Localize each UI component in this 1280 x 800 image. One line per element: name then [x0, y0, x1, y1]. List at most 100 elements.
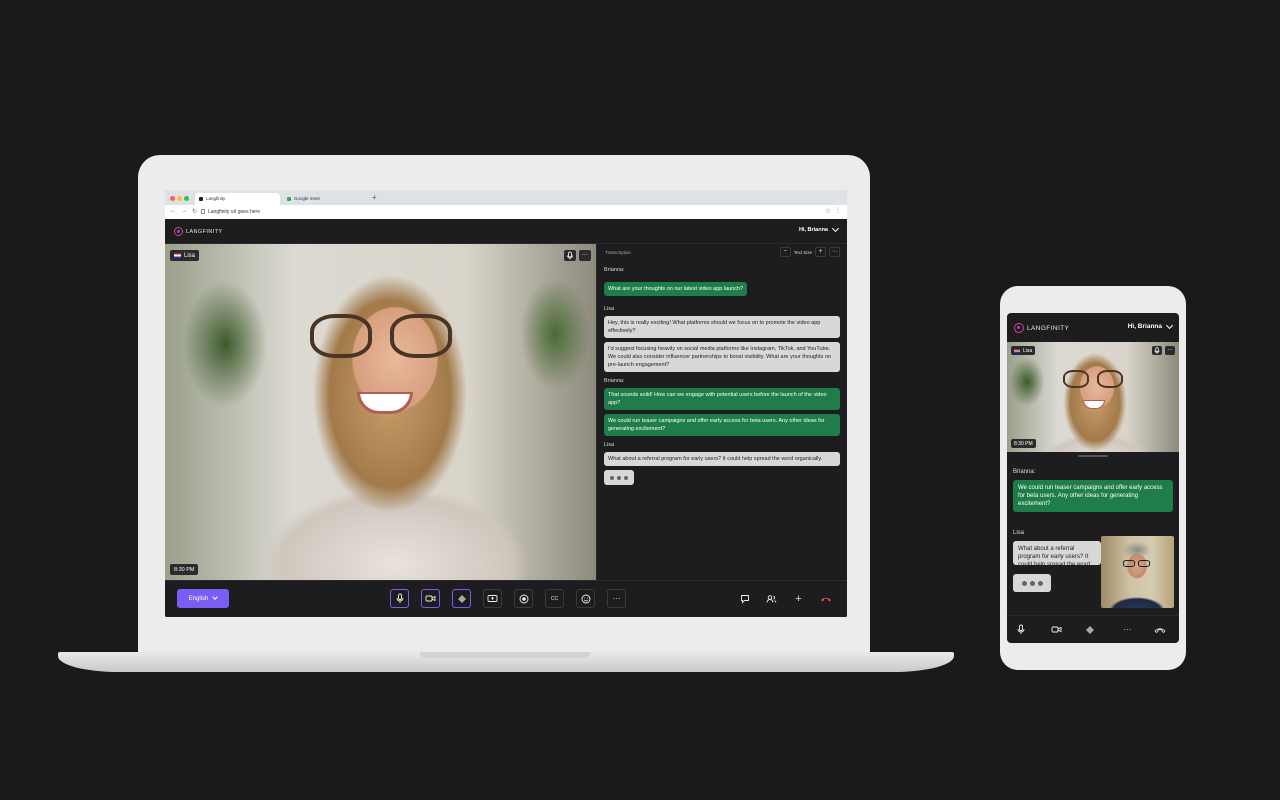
emoji-icon[interactable] [576, 589, 595, 608]
text-size-controls: − Text Size + ··· [779, 247, 840, 257]
laptop-screen: Langfinity Google meet + ← → ↻ Langfinit… [165, 190, 847, 617]
time-badge: 8:30 PM [1011, 439, 1036, 448]
user-menu[interactable]: Hi, Brianna [1128, 321, 1174, 330]
main-video: Lisa ··· 8:30 PM [1007, 342, 1179, 452]
laptop-notch [420, 652, 590, 658]
tab-strip: Langfinity Google meet + [165, 190, 847, 205]
new-tab-button[interactable]: + [372, 193, 377, 202]
add-icon[interactable]: + [789, 589, 808, 608]
end-call-icon[interactable] [816, 589, 835, 608]
main-video: Lisa ··· 8:30 PM [165, 244, 596, 580]
glasses-shape [1123, 560, 1151, 568]
browser-menu-icon[interactable]: ⋮ [835, 207, 841, 214]
increase-text-size-button[interactable]: + [815, 247, 826, 257]
address-bar: ← → ↻ Langfinity url goes here ☆ ⋮ [165, 205, 847, 219]
tab-langfinity[interactable]: Langfinity [195, 193, 280, 205]
bookmark-star-icon[interactable]: ☆ [825, 207, 831, 215]
forward-icon[interactable]: → [181, 208, 187, 214]
language-label: English [188, 595, 209, 602]
chevron-down-icon [831, 224, 840, 233]
tab-label: Langfinity [206, 196, 226, 201]
maximize-window-dot[interactable] [184, 196, 189, 201]
logo[interactable]: LANGFINITY [174, 227, 222, 236]
message-bubble: What about a referral program for early … [604, 452, 840, 466]
mic-icon[interactable] [390, 589, 409, 608]
us-flag-icon [174, 253, 181, 258]
speaker-label: Brianna: [604, 267, 625, 273]
reload-icon[interactable]: ↻ [192, 208, 197, 215]
speaker-label: Lisa [604, 442, 615, 448]
mic-icon[interactable] [1016, 624, 1032, 635]
google-meet-favicon-icon [287, 197, 291, 201]
participant-name: Lisa [184, 252, 196, 259]
glasses-shape [310, 314, 460, 364]
participant-badge: Lisa [170, 250, 200, 261]
video-controls: ··· [1152, 346, 1175, 355]
decrease-text-size-button[interactable]: − [779, 247, 791, 257]
message-bubble: That sounds solid! How can we engage wit… [604, 388, 840, 410]
transcription-panel: Transcription − Text Size + ··· Brianna:… [596, 244, 847, 580]
text-size-label: Text Size [793, 249, 812, 255]
message-bubble: What about a referral program for early … [1013, 541, 1101, 565]
captions-icon[interactable]: CC [545, 589, 564, 608]
stage: Langfinity Google meet + ← → ↻ Langfinit… [0, 0, 1280, 800]
smile-shape [357, 392, 413, 414]
back-icon[interactable]: ← [170, 208, 176, 214]
logo-text: LANGFINITY [186, 228, 223, 235]
video-controls: ··· [564, 250, 591, 261]
url-field[interactable]: Langfinity url goes here [208, 209, 260, 215]
phone-toolbar: ··· [1007, 615, 1179, 643]
message-bubble: Hey, this is really exciting! What platf… [604, 316, 840, 338]
close-window-dot[interactable] [170, 196, 175, 201]
chevron-down-icon [1165, 321, 1174, 329]
camera-icon[interactable] [1051, 625, 1067, 634]
minimize-window-dot[interactable] [177, 196, 182, 201]
tab-google-meet[interactable]: Google meet [283, 193, 368, 205]
mic-icon[interactable] [564, 250, 576, 261]
message-bubble: What are your thoughts on our latest vid… [604, 282, 748, 296]
logo[interactable]: LANGFINITY [1014, 323, 1069, 333]
browser-chrome: Langfinity Google meet + ← → ↻ Langfinit… [165, 190, 847, 219]
logo-text: LANGFINITY [1027, 324, 1070, 332]
speaker-label: Lisa [604, 306, 615, 312]
share-screen-icon[interactable] [483, 589, 502, 608]
record-icon[interactable] [514, 589, 533, 608]
greeting: Hi, Brianna [798, 227, 828, 233]
participants-icon[interactable] [762, 589, 781, 608]
language-select[interactable]: English [177, 589, 229, 608]
message-bubble: I'd suggest focusing heavily on social m… [604, 342, 840, 372]
lock-icon [201, 209, 205, 214]
typing-indicator [1013, 574, 1051, 592]
langfinity-logo-icon [1014, 323, 1024, 333]
panel-more-button[interactable]: ··· [829, 247, 840, 257]
mic-icon[interactable] [1152, 346, 1162, 355]
more-icon[interactable]: ··· [607, 589, 626, 608]
call-toolbar: English CC ··· + [165, 580, 847, 617]
user-menu[interactable]: Hi, Brianna [798, 224, 840, 233]
more-icon[interactable]: ··· [1119, 625, 1135, 634]
smile-shape [1083, 400, 1105, 409]
app-header: LANGFINITY Hi, Brianna [165, 219, 847, 244]
more-icon[interactable]: ··· [579, 250, 591, 261]
phone-header: LANGFINITY Hi, Brianna [1007, 313, 1179, 342]
message-list: Brianna: What are your thoughts on our l… [597, 267, 847, 485]
more-icon[interactable]: ··· [1165, 346, 1175, 355]
camera-icon[interactable] [421, 589, 440, 608]
typing-indicator [604, 470, 634, 485]
end-call-icon[interactable] [1154, 626, 1170, 634]
participant-name: Lisa [1023, 347, 1033, 354]
glasses-shape [1063, 370, 1127, 392]
drag-handle[interactable] [1078, 455, 1108, 457]
chat-icon[interactable] [735, 589, 754, 608]
phone-screen: LANGFINITY Hi, Brianna Lisa ··· 8:30 PM [1007, 313, 1179, 643]
speaker-label: Brianna: [604, 378, 625, 384]
message-bubble: We could run teaser campaigns and offer … [604, 414, 840, 436]
translate-icon[interactable] [452, 589, 471, 608]
translate-icon[interactable] [1085, 625, 1101, 635]
panel-title: Transcription [605, 250, 631, 255]
us-flag-icon [1014, 348, 1020, 353]
speaker-label: Brianna: [1013, 469, 1036, 475]
langfinity-favicon-icon [199, 197, 203, 201]
time-badge: 8:30 PM [170, 564, 199, 575]
self-view-video[interactable] [1101, 536, 1174, 608]
